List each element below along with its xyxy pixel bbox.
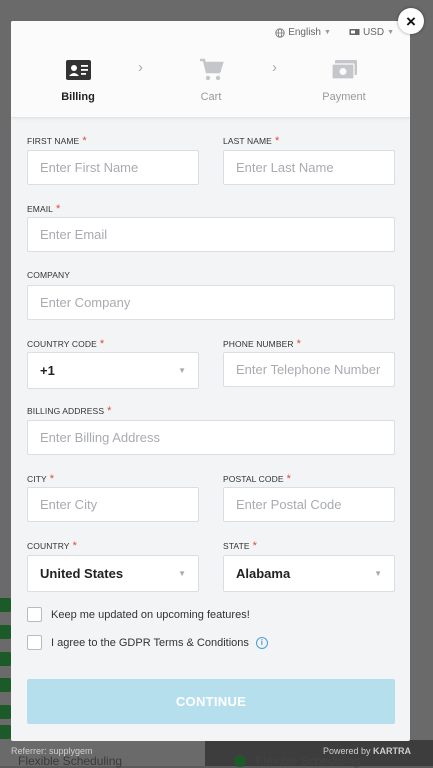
company-input[interactable] [27, 285, 395, 320]
label-text: COMPANY [27, 270, 71, 280]
continue-button[interactable]: CONTINUE [27, 679, 395, 724]
updates-checkbox[interactable] [27, 607, 42, 622]
label-text: POSTAL CODE [223, 474, 284, 484]
money-icon [349, 29, 360, 35]
updates-checkbox-label[interactable]: Keep me updated on upcoming features! [51, 609, 250, 621]
modal-header: English ▼ USD ▼ Billing › Cart › Payment [11, 21, 410, 118]
required-mark: * [107, 405, 112, 417]
payment-icon [331, 60, 357, 80]
billing-address-label: BILLING ADDRESS * [27, 405, 111, 417]
country-code-label: COUNTRY CODE * [27, 338, 104, 350]
id-card-icon [65, 60, 91, 80]
gdpr-checkbox-label[interactable]: I agree to the GDPR Terms & Conditions [51, 637, 249, 649]
city-label: CITY * [27, 473, 54, 485]
select-value: United States [40, 566, 124, 581]
chevron-right-icon: › [138, 59, 143, 76]
first-name-input[interactable] [27, 150, 199, 185]
company-label: COMPANY [27, 270, 70, 280]
email-label: EMAIL * [27, 203, 60, 215]
city-input[interactable] [27, 487, 199, 522]
powered-by-text: Powered by [322, 746, 371, 756]
select-value: +1 [40, 363, 55, 378]
label-text: CITY [27, 474, 47, 484]
country-code-select[interactable]: +1 ▼ [27, 352, 199, 389]
country-select[interactable]: United States ▼ [27, 555, 199, 592]
country-label: COUNTRY * [27, 540, 77, 552]
gdpr-checkbox-row: I agree to the GDPR Terms & Conditions i [27, 635, 268, 650]
caret-down-icon: ▼ [387, 29, 394, 36]
cart-icon [199, 58, 224, 81]
label-text: STATE [223, 541, 250, 551]
required-mark: * [49, 473, 55, 485]
required-mark: * [296, 338, 302, 350]
label-text: EMAIL [27, 204, 54, 214]
first-name-label: FIRST NAME * [27, 135, 87, 147]
required-mark: * [82, 135, 87, 147]
topbar: English ▼ USD ▼ [275, 27, 394, 38]
dropdown-arrow-icon: ▼ [178, 366, 186, 375]
referrer-text: Referrer: supplygem [11, 746, 93, 756]
required-mark: * [252, 540, 258, 552]
brand-logo: KARTRA [373, 746, 411, 756]
bg-check-icon [234, 755, 246, 767]
step-label: Billing [61, 91, 95, 103]
state-label: STATE * [223, 540, 257, 552]
updates-checkbox-row: Keep me updated on upcoming features! [27, 607, 250, 622]
billing-address-input[interactable] [27, 420, 395, 455]
step-payment[interactable]: Payment [304, 57, 384, 103]
label-text: FIRST NAME [27, 136, 80, 146]
gdpr-checkbox[interactable] [27, 635, 42, 650]
label-text: BILLING ADDRESS [27, 406, 105, 416]
dropdown-arrow-icon: ▼ [178, 569, 186, 578]
dropdown-arrow-icon: ▼ [374, 569, 382, 578]
language-select[interactable]: English ▼ [275, 27, 331, 38]
postal-code-label: POSTAL CODE * [223, 473, 291, 485]
chevron-right-icon: › [272, 59, 277, 76]
caret-down-icon: ▼ [324, 29, 331, 36]
phone-label: PHONE NUMBER * [223, 338, 301, 350]
last-name-input[interactable] [223, 150, 395, 185]
required-mark: * [274, 135, 280, 147]
currency-select[interactable]: USD ▼ [349, 27, 394, 38]
label-text: COUNTRY [27, 541, 70, 551]
info-icon[interactable]: i [255, 636, 268, 649]
checkout-modal: English ▼ USD ▼ Billing › Cart › Payment… [11, 21, 410, 741]
last-name-label: LAST NAME * [223, 135, 279, 147]
step-billing[interactable]: Billing [38, 57, 118, 103]
close-icon[interactable]: × [398, 8, 424, 34]
globe-icon [275, 27, 285, 38]
step-label: Payment [322, 91, 366, 103]
currency-label: USD [362, 27, 385, 38]
powered-by: Powered by KARTRA [323, 746, 411, 756]
language-label: English [288, 27, 321, 38]
required-mark: * [72, 540, 77, 552]
step-cart[interactable]: Cart [171, 57, 251, 103]
state-select[interactable]: Alabama ▼ [223, 555, 395, 592]
required-mark: * [99, 338, 105, 350]
step-label: Cart [200, 91, 222, 103]
label-text: COUNTRY CODE [27, 339, 97, 349]
required-mark: * [286, 473, 292, 485]
label-text: PHONE NUMBER [223, 339, 294, 349]
email-input[interactable] [27, 217, 395, 252]
label-text: LAST NAME [223, 136, 272, 146]
postal-code-input[interactable] [223, 487, 395, 522]
phone-input[interactable] [223, 352, 395, 387]
select-value: Alabama [236, 566, 291, 581]
required-mark: * [56, 203, 61, 215]
